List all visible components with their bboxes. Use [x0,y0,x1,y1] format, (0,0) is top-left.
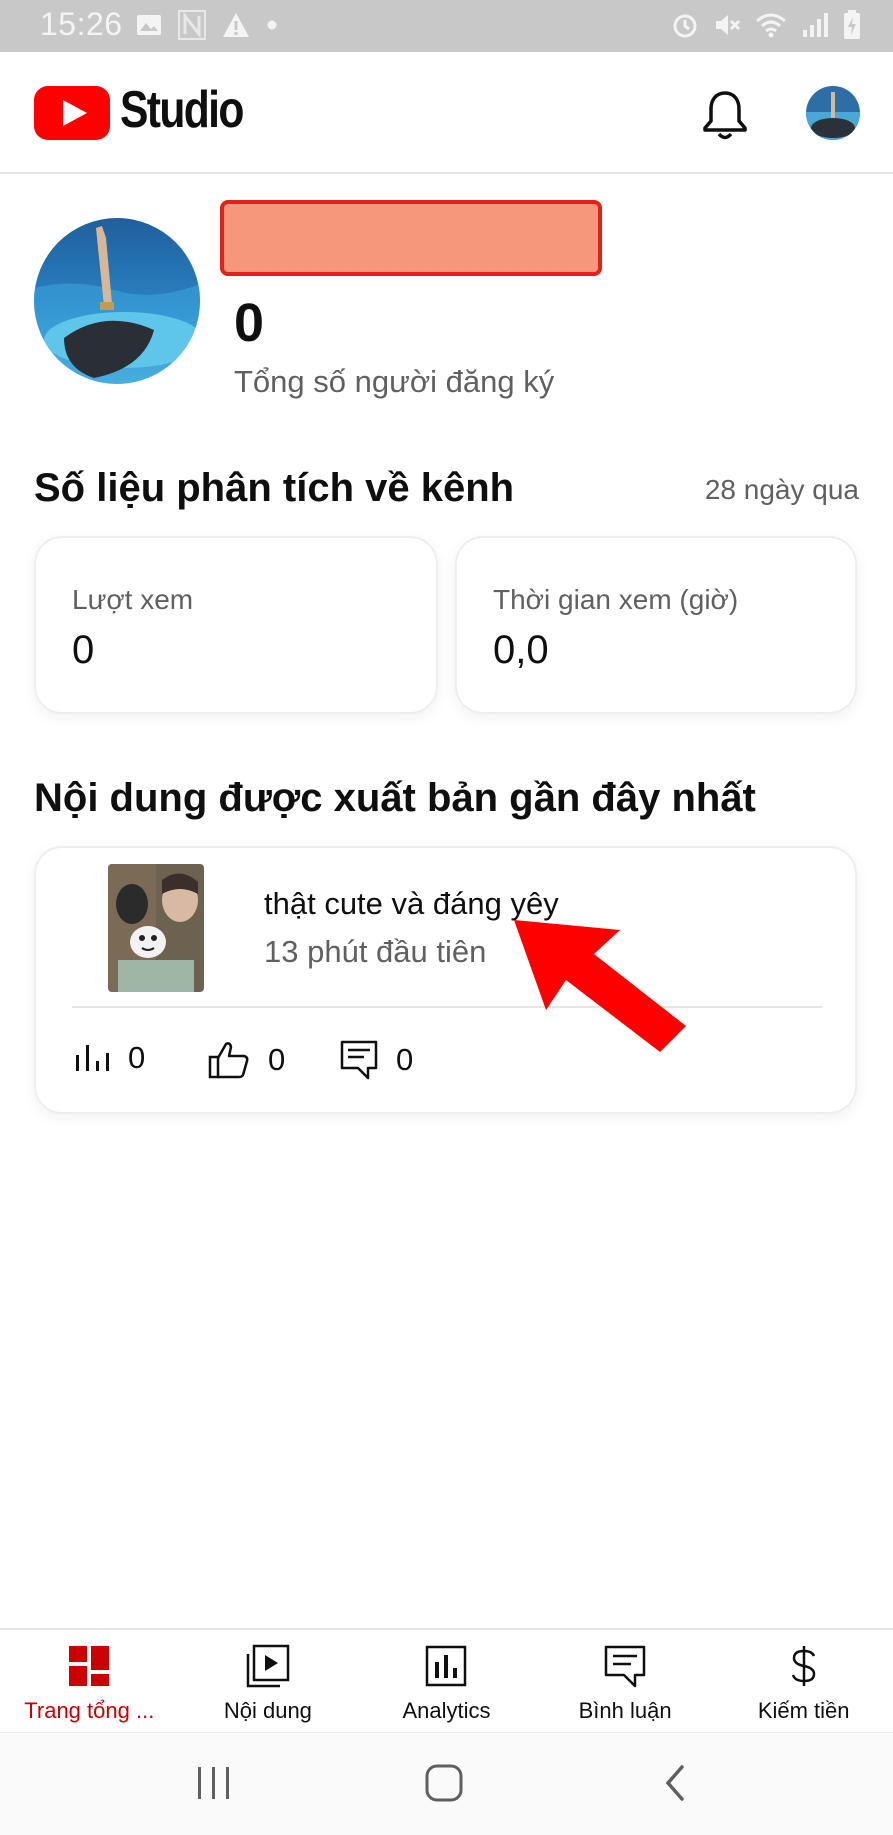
account-avatar[interactable] [806,86,860,140]
annotation-arrow-icon [514,920,686,1052]
divider [72,1006,822,1008]
nav-content[interactable]: Nội dung [179,1630,358,1732]
status-bar: 15:26 [0,0,893,52]
views-card[interactable]: Lượt xem 0 [34,536,438,714]
nav-earn-label: Kiếm tiền [757,1698,850,1723]
warning-icon [223,13,249,37]
back-icon[interactable] [660,1763,690,1803]
comments-icon [604,1645,646,1688]
comments-count: 0 [396,1042,414,1077]
nav-comments[interactable]: Bình luận [536,1630,715,1732]
dollar-icon [791,1646,815,1686]
recent-apps-icon[interactable] [194,1763,234,1803]
views-count: 0 [128,1040,146,1075]
dashboard-icon [69,1646,110,1686]
content-icon [246,1644,290,1688]
nav-dashboard-label: Trang tổng ... [24,1698,155,1723]
watch-time-label: Thời gian xem (giờ) [493,584,739,615]
likes-stat: 0 [208,1040,285,1080]
system-nav-bar [0,1732,893,1835]
views-value: 0 [72,628,95,672]
views-label: Lượt xem [72,584,194,615]
views-stat: 0 [74,1040,145,1076]
nav-dashboard[interactable]: Trang tổng ... [0,1630,179,1732]
nav-comments-label: Bình luận [578,1698,672,1723]
status-time: 15:26 [40,6,123,42]
wifi-icon [756,13,786,38]
nav-analytics[interactable]: Analytics [357,1630,536,1732]
thumbs-up-icon [208,1042,249,1079]
channel-avatar[interactable] [34,218,200,384]
analytics-title: Số liệu phân tích về kênh [34,466,515,510]
bottom-nav: Trang tổng ... Nội dung Analytics Bình l… [0,1628,893,1732]
analytics-icon [426,1645,467,1687]
signal-icon [803,13,828,37]
n-icon [178,10,206,40]
recent-content-title: Nội dung được xuất bản gần đây nhất [34,776,756,820]
likes-count: 0 [268,1042,286,1077]
youtube-logo-icon[interactable] [34,86,110,140]
nav-content-label: Nội dung [223,1698,312,1723]
bell-icon[interactable] [700,88,750,144]
channel-name-redacted [220,200,602,276]
app-title: Studio [120,81,244,139]
subscriber-label: Tổng số người đăng ký [234,364,555,399]
app-bar: Studio [0,52,893,174]
watch-time-card[interactable]: Thời gian xem (giờ) 0,0 [455,536,857,714]
subscriber-count: 0 [234,293,265,353]
comments-stat: 0 [340,1040,413,1080]
home-icon[interactable] [424,1763,464,1803]
comment-icon [340,1040,378,1080]
dot-icon [267,20,277,30]
mute-icon [716,15,741,35]
nav-earn[interactable]: Kiếm tiền [714,1630,893,1732]
battery-charging-icon [844,10,860,39]
nav-analytics-label: Analytics [402,1698,491,1723]
video-subtitle: 13 phút đầu tiên [264,934,487,969]
image-icon [137,15,161,35]
recent-video-card[interactable]: thật cute và đáng yêy 13 phút đầu tiên 0… [34,846,857,1114]
bar-chart-icon [76,1045,109,1071]
watch-time-value: 0,0 [493,628,549,672]
analytics-period: 28 ngày qua [704,474,859,505]
alarm-icon [673,14,697,38]
video-thumbnail[interactable] [108,864,204,992]
